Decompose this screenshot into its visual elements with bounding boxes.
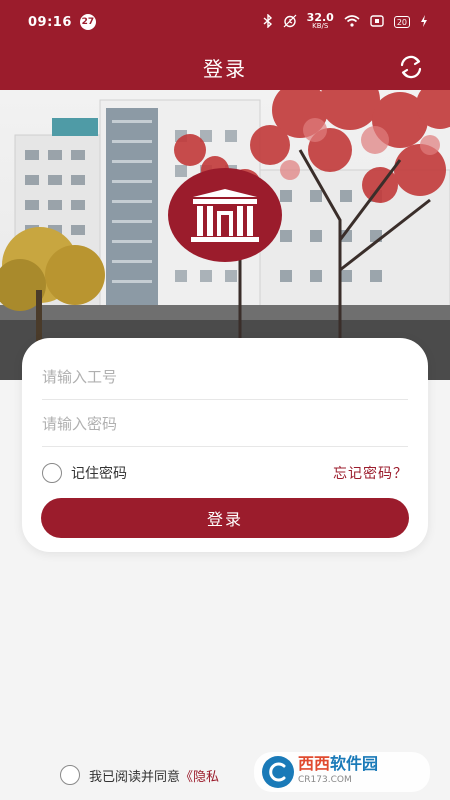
agreement-checkbox[interactable] [60,765,80,785]
remember-password-checkbox[interactable] [42,463,62,483]
page-title: 登录 [203,56,247,81]
hospital-logo-icon [191,189,259,242]
status-time: 09:16 [28,14,72,30]
title-bar: 登录 [0,44,450,90]
login-button[interactable]: 登录 [41,498,409,538]
refresh-icon [400,55,422,79]
employee-id-field [42,354,408,400]
watermark: 西西软件园 CR173.COM [254,752,430,792]
agreement-text: 我已阅读并同意 [89,769,181,785]
watermark-text: 西西软件园 CR173.COM [298,756,378,788]
sim-icon [370,14,384,30]
forgot-password-link[interactable]: 忘记密码？ [333,463,408,483]
refresh-button[interactable] [394,50,428,84]
status-icons: 32.0 KB/S 20 [263,11,428,31]
remember-row: 记住密码 忘记密码？ [42,460,408,486]
privacy-policy-link[interactable]: 《隐私 [180,766,219,785]
bluetooth-icon [263,12,273,31]
login-card: 记住密码 忘记密码？ 登录 [22,338,428,552]
password-input[interactable] [42,401,408,446]
password-field [42,401,408,447]
hospital-logo [168,168,282,262]
watermark-title: 西西软件园 [298,756,378,772]
charging-icon [420,14,428,30]
network-speed: 32.0 KB/S [306,11,334,31]
login-screen: 09:16 27 32.0 KB/S 20 登录 请输入工号 记住密码 忘记密码… [0,0,450,800]
agreement-row: 我已阅读并同意 《隐私 [60,765,219,785]
watermark-logo-icon [262,756,294,788]
watermark-url: CR173.COM [298,775,352,785]
employee-id-input[interactable] [42,354,408,399]
status-bar: 09:16 27 32.0 KB/S 20 [0,0,450,44]
alarm-icon [283,14,297,31]
net-speed-value: 32.0 [306,11,334,24]
remember-password-label: 记住密码 [71,466,127,482]
wifi-icon [344,14,360,30]
watermark-title-b: 软件园 [330,754,379,773]
watermark-title-a: 西西 [298,754,331,773]
notification-badge: 27 [79,14,96,30]
net-speed-unit: KB/S [312,22,329,30]
battery-icon: 20 [393,16,410,28]
